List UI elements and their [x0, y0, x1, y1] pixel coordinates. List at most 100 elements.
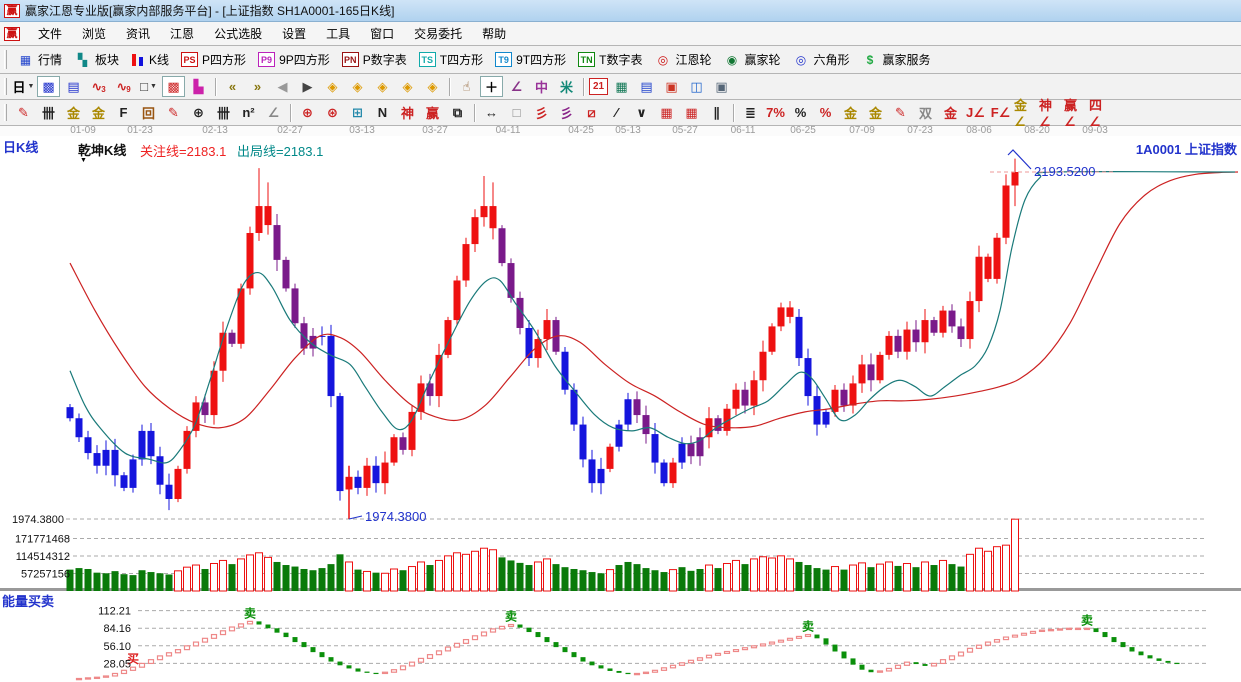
chart-area[interactable]: 日K线 乾坤K线 ▼ 关注线=2183.1 出局线=2183.1 1A0001 … — [0, 136, 1241, 682]
pencil-tool[interactable]: ✎ — [12, 102, 35, 123]
gold-circle-tool[interactable]: 金 — [839, 102, 862, 123]
sectors-button[interactable]: ▚板块 — [68, 49, 125, 70]
circle-cross-tool[interactable]: ⊕ — [296, 102, 319, 123]
9t-square-button[interactable]: T99T四方形 — [489, 49, 572, 70]
parallel-tool[interactable]: ∥ — [705, 102, 728, 123]
zoom-out-button[interactable]: ◈ — [421, 76, 444, 97]
spiral-tool[interactable]: 回 — [137, 102, 160, 123]
red-pattern-button[interactable]: ▩ — [162, 76, 185, 97]
zoom-left-button[interactable]: ◈ — [321, 76, 344, 97]
teal-pattern-button[interactable]: 米 — [555, 76, 578, 97]
calendar-button[interactable]: 21 — [589, 78, 608, 95]
shen-grid-tool[interactable]: 神 — [396, 102, 419, 123]
fib-grid-tool[interactable]: F — [112, 102, 135, 123]
menu-浏览[interactable]: 浏览 — [72, 22, 116, 45]
candle-style-button[interactable]: □▼ — [137, 76, 160, 97]
gold-grid2-tool[interactable]: 金 — [87, 102, 110, 123]
p-number-table-button[interactable]: PNP数字表 — [336, 49, 413, 70]
zoom-in-button[interactable]: ◈ — [396, 76, 419, 97]
quote-button[interactable]: ▦行情 — [11, 49, 68, 70]
wave-overlay-tool[interactable]: 双 — [914, 102, 937, 123]
percent-tool[interactable]: % — [789, 102, 812, 123]
win-angle-tool[interactable]: 赢∠ — [1064, 102, 1087, 123]
pencil-grid-tool[interactable]: ✎ — [162, 102, 185, 123]
network-button[interactable]: ◫ — [685, 76, 708, 97]
fan-tool[interactable]: ∠ — [262, 102, 285, 123]
toolbar-grip[interactable] — [4, 50, 7, 69]
stats-tool[interactable]: ≣ — [739, 102, 762, 123]
zigzag-tool[interactable]: ∨ — [630, 102, 653, 123]
t-number-table-button[interactable]: TNT数字表 — [572, 49, 648, 70]
prev-bar-button[interactable]: ◀ — [271, 76, 294, 97]
computer-button[interactable]: ▣ — [710, 76, 733, 97]
menu-文件[interactable]: 文件 — [28, 22, 72, 45]
winner-service-button[interactable]: $赢家服务 — [856, 49, 937, 70]
menu-江恩[interactable]: 江恩 — [160, 22, 204, 45]
grid-tool[interactable]: 卌 — [37, 102, 60, 123]
win-grid-tool[interactable]: 赢 — [421, 102, 444, 123]
flag-pen-tool[interactable]: ✎ — [889, 102, 912, 123]
shen-angle-tool[interactable]: 神∠ — [1039, 102, 1062, 123]
wave3-button[interactable]: ∿3 — [87, 76, 110, 97]
fan-box-tool[interactable]: 彡 — [555, 102, 578, 123]
kline-button[interactable]: K线 — [125, 49, 175, 70]
gold-channel-tool[interactable]: 金 — [939, 102, 962, 123]
period-daily-button[interactable]: 日▼ — [12, 76, 35, 97]
crosshair-button[interactable]: ＋ — [480, 76, 503, 97]
p-square-button[interactable]: PSP四方形 — [175, 49, 252, 70]
fan-lines-tool[interactable]: 彡 — [530, 102, 553, 123]
volume-profile-button[interactable]: ▙ — [187, 76, 210, 97]
cycle-tool[interactable]: ⊕ — [187, 102, 210, 123]
qiankun-pattern-button[interactable]: ▩ — [37, 76, 60, 97]
percent-line-tool[interactable]: % — [814, 102, 837, 123]
gann-wheel-button[interactable]: ◎江恩轮 — [648, 49, 717, 70]
menu-窗口[interactable]: 窗口 — [360, 22, 404, 45]
price-grid-tool[interactable]: ▦ — [655, 102, 678, 123]
hexagon-button[interactable]: ◎六角形 — [787, 49, 856, 70]
percent7-tool[interactable]: 7% — [764, 102, 787, 123]
menu-公式选股[interactable]: 公式选股 — [204, 22, 272, 45]
j-angle-tool[interactable]: J∠ — [964, 102, 987, 123]
f-angle-tool[interactable]: F∠ — [989, 102, 1012, 123]
notes-button[interactable]: ▤ — [62, 76, 85, 97]
n-wave-tool[interactable]: Ν — [371, 102, 394, 123]
menu-工具[interactable]: 工具 — [316, 22, 360, 45]
grid123-tool[interactable]: ⧉ — [446, 102, 469, 123]
trend-line-tool[interactable]: ∕ — [605, 102, 628, 123]
t-square-button[interactable]: TST四方形 — [413, 49, 489, 70]
wave9-button[interactable]: ∿9 — [112, 76, 135, 97]
next-bar-button[interactable]: ▶ — [296, 76, 319, 97]
save-button[interactable]: ▣ — [660, 76, 683, 97]
kline-chart-canvas[interactable]: 买卖卖卖卖1974.38002193.52001974.380017177146… — [0, 136, 1241, 682]
gann-box-button[interactable]: 中 — [530, 76, 553, 97]
zoom-h-button[interactable]: ◈ — [371, 76, 394, 97]
measure-tool[interactable]: ↔ — [480, 102, 503, 123]
hand-tool-button[interactable]: ☝ — [455, 76, 478, 97]
winner-wheel-button[interactable]: ◉赢家轮 — [717, 49, 786, 70]
price-grid2-tool[interactable]: ▦ — [680, 102, 703, 123]
web-square-tool[interactable]: ⊞ — [346, 102, 369, 123]
memo-button[interactable]: ▤ — [635, 76, 658, 97]
menu-设置[interactable]: 设置 — [272, 22, 316, 45]
comb-tool[interactable]: 卌 — [212, 102, 235, 123]
square-number-tool[interactable]: n² — [237, 102, 260, 123]
toolbar-grip[interactable] — [4, 78, 7, 96]
gann-web-tool[interactable]: ⊛ — [321, 102, 344, 123]
diag-box-tool[interactable]: ⧄ — [580, 102, 603, 123]
last-bar-button[interactable]: » — [246, 76, 269, 97]
zoom-right-button[interactable]: ◈ — [346, 76, 369, 97]
9p-square-button[interactable]: P99P四方形 — [252, 49, 336, 70]
first-bar-button[interactable]: « — [221, 76, 244, 97]
menu-帮助[interactable]: 帮助 — [472, 22, 516, 45]
gold-angle-tool[interactable]: 金∠ — [1014, 102, 1037, 123]
toolbar-grip[interactable] — [4, 104, 7, 122]
kline-type-dropdown[interactable]: 乾坤K线 ▼ — [78, 140, 126, 162]
frame-tool[interactable]: □ — [505, 102, 528, 123]
four-angle-tool[interactable]: 四∠ — [1089, 102, 1112, 123]
angle-ruler-button[interactable]: ∠ — [505, 76, 528, 97]
menu-交易委托[interactable]: 交易委托 — [404, 22, 472, 45]
gold-grid-tool[interactable]: 金 — [62, 102, 85, 123]
menu-资讯[interactable]: 资讯 — [116, 22, 160, 45]
gold-line-tool[interactable]: 金 — [864, 102, 887, 123]
title-bar[interactable]: 赢 赢家江恩专业版[赢家内部服务平台] - [上证指数 SH1A0001-165… — [0, 0, 1241, 22]
